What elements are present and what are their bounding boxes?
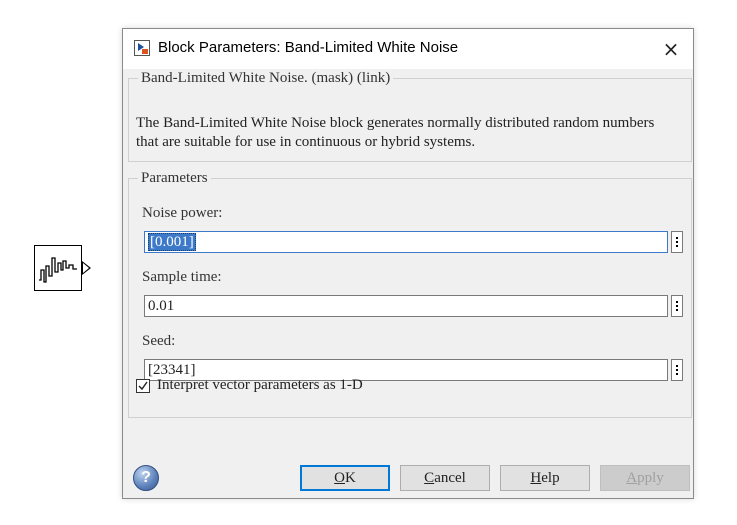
apply-mnemonic: A [626,469,638,486]
apply-button: Apply [600,465,690,491]
cancel-button[interactable]: Cancel [400,465,490,491]
simulink-app-icon [134,40,150,56]
cancel-label: ancel [434,469,466,486]
help-question-icon[interactable]: ? [133,465,159,491]
ok-mnemonic: O [334,469,345,486]
mask-legend: Band-Limited White Noise. (mask) (link) [141,70,391,86]
dialog-title: Block Parameters: Band-Limited White Noi… [158,39,459,56]
apply-label: pply [637,469,664,486]
block-output-port [82,261,91,275]
noise-power-label: Noise power: [142,205,223,221]
sample-time-label: Sample time: [142,269,222,285]
help-mnemonic: H [530,469,542,486]
close-icon[interactable]: × [649,29,693,69]
block-parameters-dialog: Block Parameters: Band-Limited White Noi… [122,28,694,499]
seed-menu-icon[interactable] [671,359,683,381]
noise-waveform-icon [39,257,77,283]
band-limited-noise-block[interactable] [34,245,82,291]
description-group: Band-Limited White Noise. (mask) (link) … [128,70,692,162]
help-button[interactable]: Help [500,465,590,491]
noise-power-value: [0.001] [148,233,196,251]
noise-power-menu-icon[interactable] [671,231,683,253]
sample-time-input[interactable]: 0.01 [144,295,668,317]
cancel-mnemonic: C [424,469,435,486]
parameters-legend: Parameters [141,170,208,186]
seed-label: Seed: [142,333,176,349]
block-description: The Band-Limited White Noise block gener… [136,115,655,150]
interpret-vector-label: Interpret vector parameters as 1-D [157,377,363,393]
noise-power-input[interactable]: [0.001] [144,231,668,253]
title-bar: Block Parameters: Band-Limited White Noi… [123,29,693,69]
ok-label: K [345,469,356,486]
ok-button[interactable]: OK [300,465,390,491]
help-label: elp [541,469,560,486]
sample-time-menu-icon[interactable] [671,295,683,317]
checkmark-icon [138,381,148,391]
interpret-vector-checkbox[interactable] [136,379,150,393]
